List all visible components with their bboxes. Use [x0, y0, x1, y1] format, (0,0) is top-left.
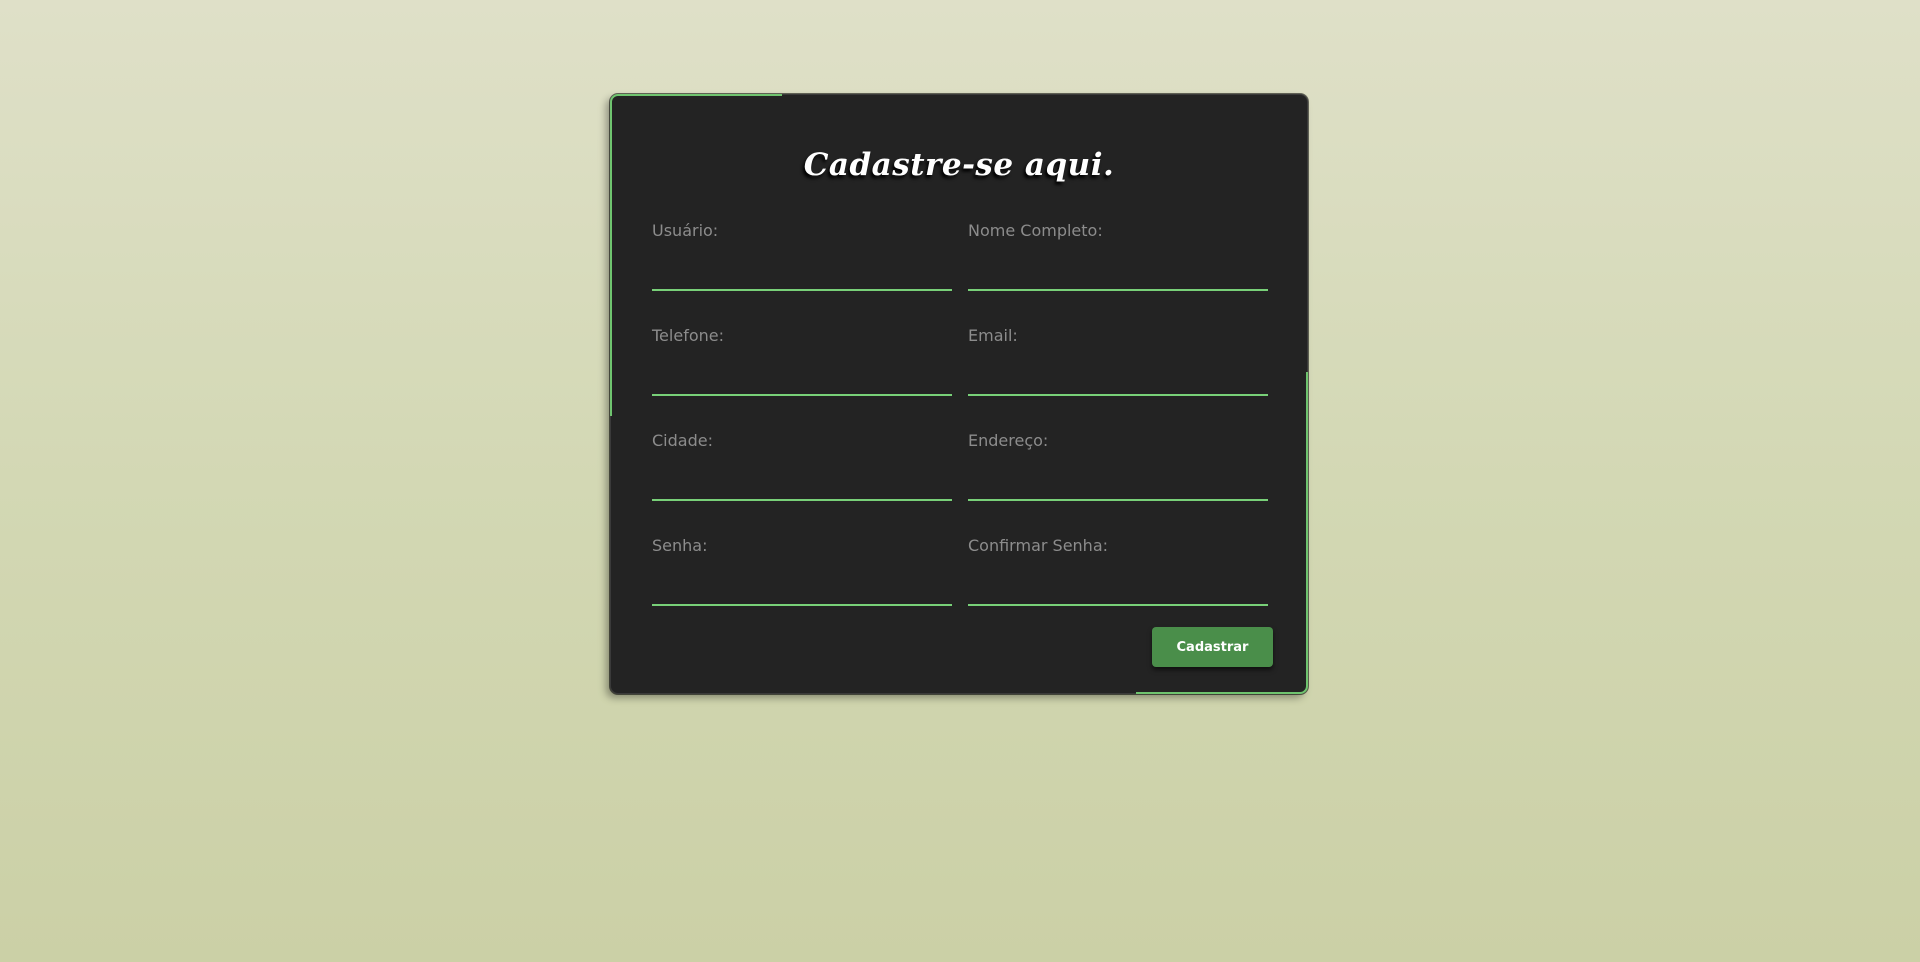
phone-input[interactable] [652, 368, 952, 396]
address-label: Endereço: [968, 431, 1049, 450]
address-input[interactable] [968, 473, 1268, 501]
city-label: Cidade: [652, 431, 713, 450]
confirm-password-field-group: Confirmar Senha: [968, 536, 1268, 606]
confirm-password-label: Confirmar Senha: [968, 536, 1109, 555]
city-field-group: Cidade: [652, 431, 952, 501]
phone-field-group: Telefone: [652, 326, 952, 396]
username-input[interactable] [652, 263, 952, 291]
phone-label: Telefone: [652, 326, 724, 345]
registration-card: Cadastre-se aqui. Usuário: Nome Completo… [610, 94, 1308, 694]
register-button[interactable]: Cadastrar [1152, 627, 1273, 667]
email-input[interactable] [968, 368, 1268, 396]
address-field-group: Endereço: [968, 431, 1268, 501]
password-input[interactable] [652, 578, 952, 606]
confirm-password-input[interactable] [968, 578, 1268, 606]
email-field-group: Email: [968, 326, 1268, 396]
password-label: Senha: [652, 536, 708, 555]
city-input[interactable] [652, 473, 952, 501]
password-field-group: Senha: [652, 536, 952, 606]
username-field-group: Usuário: [652, 221, 952, 291]
full-name-input[interactable] [968, 263, 1268, 291]
email-label: Email: [968, 326, 1018, 345]
full-name-field-group: Nome Completo: [968, 221, 1268, 291]
full-name-label: Nome Completo: [968, 221, 1103, 240]
username-label: Usuário: [652, 221, 719, 240]
form-title: Cadastre-se aqui. [803, 147, 1115, 183]
